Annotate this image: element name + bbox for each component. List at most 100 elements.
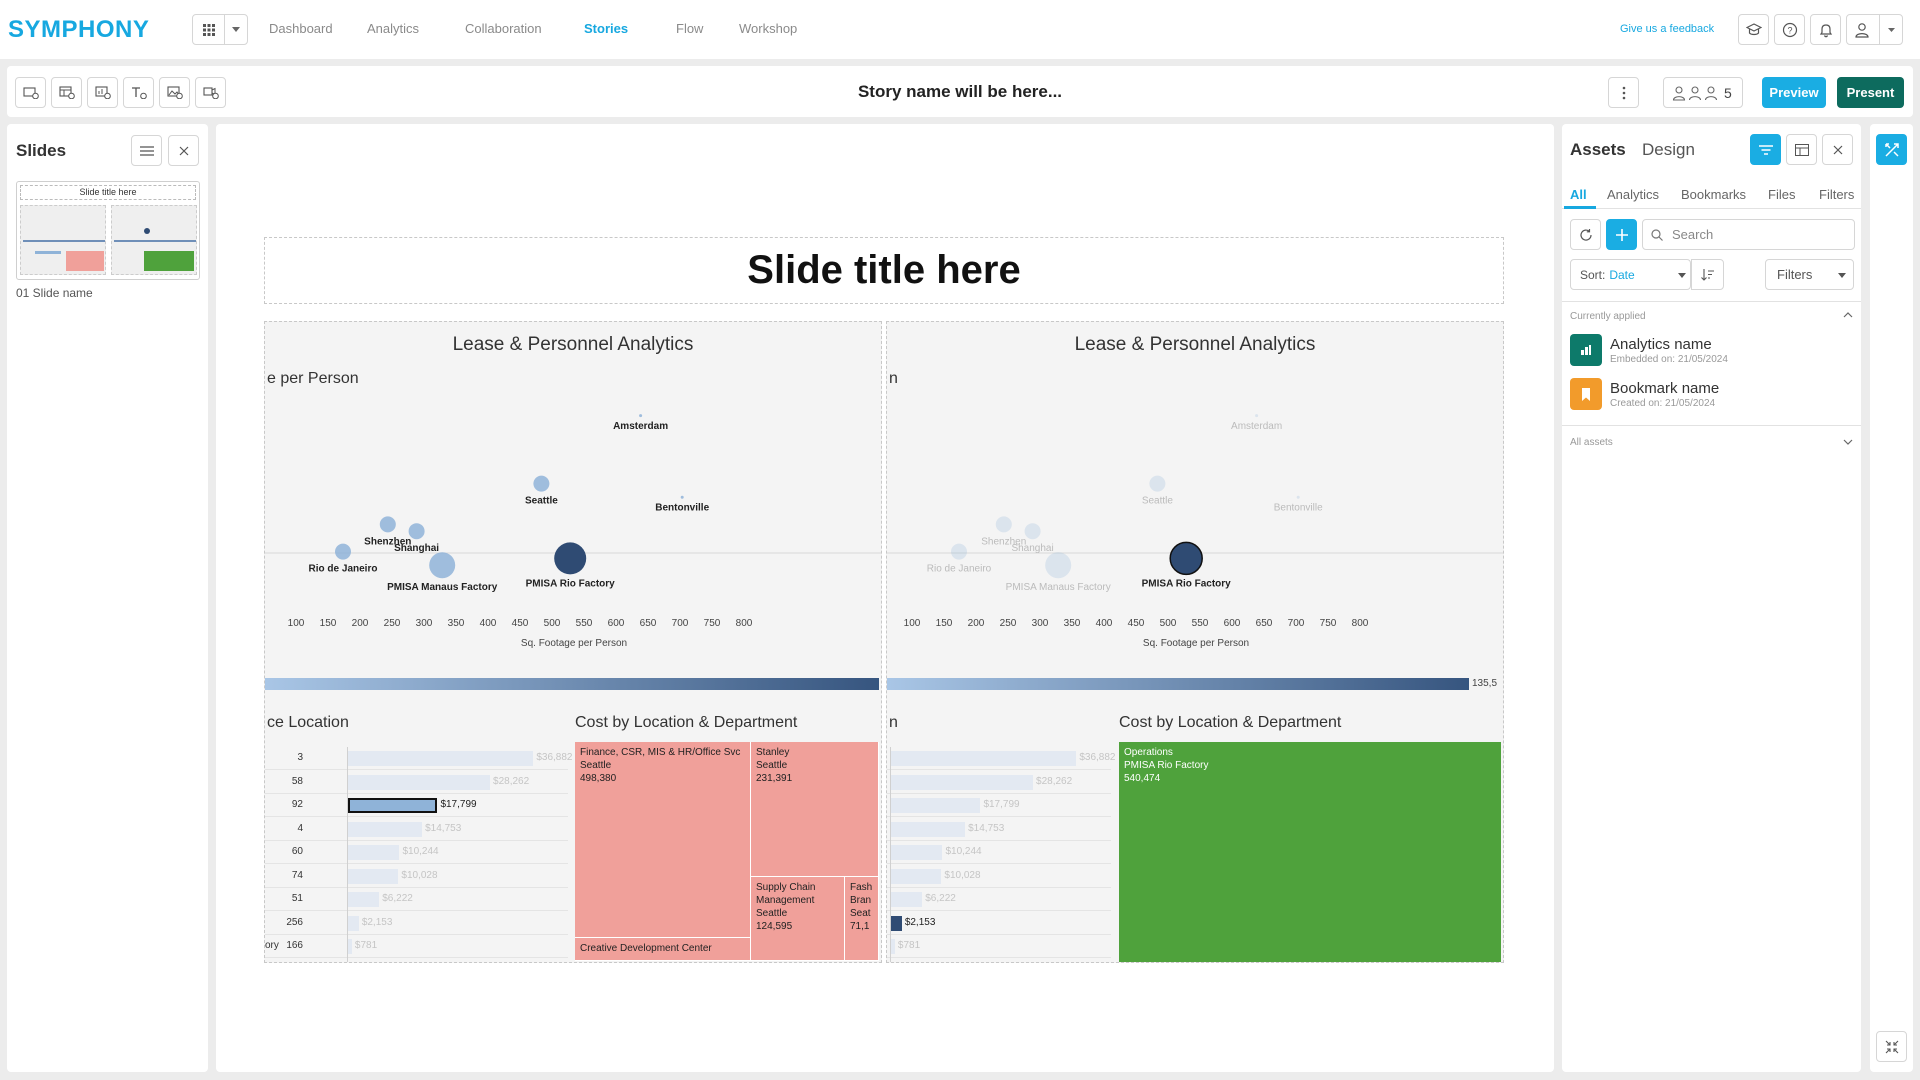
more-options-icon[interactable]	[1608, 77, 1639, 108]
sort-direction-icon[interactable]	[1691, 259, 1724, 290]
tools-icon[interactable]	[1876, 134, 1907, 165]
refresh-icon[interactable]	[1570, 219, 1601, 250]
scatter-plot: AmsterdamSeattleBentonvilleShenzhenShang…	[887, 414, 1503, 593]
slide-name-label[interactable]: 01 Slide name	[16, 286, 93, 300]
bar-row[interactable]: 51 $6,222	[265, 888, 568, 911]
x-tick-label: 300	[1031, 618, 1049, 629]
bell-icon[interactable]	[1810, 14, 1841, 45]
search-input[interactable]: Search	[1642, 219, 1855, 250]
add-table-icon[interactable]	[51, 77, 82, 108]
subtab-all[interactable]: All	[1570, 187, 1587, 202]
nav-workshop[interactable]: Workshop	[739, 21, 819, 36]
menu-icon[interactable]	[131, 135, 162, 166]
treemap-cell[interactable]: Stanley Seattle 231,391	[751, 742, 879, 877]
tab-design[interactable]: Design	[1642, 140, 1695, 160]
chevron-down-icon[interactable]	[1843, 439, 1853, 445]
x-tick-label: 200	[967, 618, 985, 629]
tab-assets[interactable]: Assets	[1570, 140, 1626, 160]
asset-subtabs: All Analytics Bookmarks Files Filters	[1562, 185, 1861, 209]
viz-right[interactable]: Lease & Personnel Analytics n Amsterdam S…	[886, 321, 1504, 963]
bar-row[interactable]: 92 $17,799	[265, 794, 568, 817]
subtab-bookmarks[interactable]: Bookmarks	[1681, 187, 1746, 202]
scatter-point-label: Seattle	[1142, 496, 1174, 507]
sort-select[interactable]: Sort: Date	[1570, 259, 1691, 290]
add-asset-button[interactable]	[1606, 219, 1637, 250]
bar-row[interactable]: $10,028	[887, 865, 1111, 888]
scatter-point-label: Amsterdam	[1231, 421, 1282, 432]
nav-dashboard[interactable]: Dashboard	[269, 21, 367, 36]
graduation-cap-icon[interactable]	[1738, 14, 1769, 45]
help-icon[interactable]: ?	[1774, 14, 1805, 45]
bar-row[interactable]: 166 ory $781	[265, 935, 568, 958]
present-button[interactable]: Present	[1837, 77, 1904, 108]
add-image-icon[interactable]	[159, 77, 190, 108]
treemap-cell[interactable]: Creative Development Center	[575, 938, 751, 961]
user-menu[interactable]	[1846, 14, 1903, 45]
story-name[interactable]: Story name will be here...	[858, 82, 1062, 101]
subtab-files[interactable]: Files	[1768, 187, 1795, 202]
treemap-cell-text: Finance, CSR, MIS & HR/Office Svc	[580, 747, 741, 758]
treemap-cell[interactable]: Operations PMISA Rio Factory 540,474	[1119, 742, 1501, 962]
filters-select[interactable]: Filters	[1765, 259, 1854, 290]
bar-chart-heading: ce Location	[267, 714, 349, 731]
close-icon[interactable]	[1822, 134, 1853, 165]
subtab-filters[interactable]: Filters	[1819, 187, 1854, 202]
bar-row[interactable]: 3 $36,882	[265, 747, 572, 770]
chevron-up-icon[interactable]	[1843, 312, 1853, 318]
subtab-analytics[interactable]: Analytics	[1607, 187, 1659, 202]
bar-row[interactable]: $14,753	[887, 818, 1111, 841]
bar-row[interactable]: 58 $28,262	[265, 771, 568, 794]
bar-row[interactable]: 74 $10,028	[265, 865, 568, 888]
viz-left[interactable]: Lease & Personnel Analytics e per Person…	[264, 321, 882, 963]
bar-row[interactable]: $2,153	[887, 912, 1111, 935]
bar-row[interactable]: $17,799	[887, 794, 1111, 817]
bar-row[interactable]: $10,244	[887, 841, 1111, 864]
users-icon	[1672, 85, 1718, 101]
bar-row[interactable]: $781	[887, 935, 1111, 958]
bar-row[interactable]: 4 $14,753	[265, 818, 568, 841]
color-legend-bar	[887, 678, 1469, 690]
bar-row[interactable]: $36,882	[887, 747, 1115, 770]
filter-list-icon[interactable]	[1750, 134, 1781, 165]
bar-row[interactable]: $28,262	[887, 771, 1111, 794]
app-logo[interactable]: SYMPHONY	[8, 16, 149, 44]
nav-analytics[interactable]: Analytics	[367, 21, 465, 36]
nav-collaboration[interactable]: Collaboration	[465, 21, 584, 36]
treemap-cell[interactable]: Finance, CSR, MIS & HR/Office Svc Seattle…	[575, 742, 751, 938]
nav-stories[interactable]: Stories	[584, 21, 676, 36]
close-icon[interactable]	[168, 135, 199, 166]
chevron-down-icon[interactable]	[1879, 15, 1903, 44]
app-switcher[interactable]	[192, 14, 248, 45]
chevron-down-icon[interactable]	[225, 15, 247, 44]
grid-icon[interactable]	[193, 15, 225, 44]
nav-flow[interactable]: Flow	[676, 21, 739, 36]
preview-button[interactable]: Preview	[1762, 77, 1826, 108]
bar-row[interactable]: 256 $2,153	[265, 912, 568, 935]
asset-item-analytics[interactable]: Analytics name Embedded on: 21/05/2024	[1570, 334, 1853, 368]
collaborators[interactable]: 5	[1663, 77, 1743, 108]
color-legend-bar	[265, 678, 879, 690]
asset-item-bookmark[interactable]: Bookmark name Created on: 21/05/2024	[1570, 378, 1853, 412]
bar	[891, 774, 1034, 790]
add-text-icon[interactable]	[123, 77, 154, 108]
slide-thumbnail[interactable]: Slide title here	[16, 181, 200, 280]
add-video-icon[interactable]	[195, 77, 226, 108]
add-chart-icon[interactable]	[87, 77, 118, 108]
slide-canvas: Slide title here Lease & Personnel Analy…	[216, 124, 1554, 1072]
scatter-point	[1024, 523, 1041, 540]
x-tick-label: 550	[1191, 618, 1209, 629]
scatter-point	[639, 414, 643, 418]
bar-row-label: 60	[291, 846, 303, 857]
add-slide-icon[interactable]	[15, 77, 46, 108]
bar-row[interactable]: $6,222	[887, 888, 1111, 911]
collapse-icon[interactable]	[1876, 1031, 1907, 1062]
slide-title-box[interactable]: Slide title here	[264, 237, 1504, 304]
layout-icon[interactable]	[1786, 134, 1817, 165]
bar-value: $2,153	[361, 916, 393, 928]
treemap-cell[interactable]: Supply Chain Management Seattle 124,595	[751, 877, 845, 961]
slide-title[interactable]: Slide title here	[747, 248, 1020, 293]
x-tick-label: 500	[1159, 618, 1177, 629]
treemap-cell[interactable]: Fash Bran Seat 71,1	[845, 877, 879, 961]
feedback-link[interactable]: Give us a feedback	[1620, 23, 1714, 35]
bar-row[interactable]: 60 $10,244	[265, 841, 568, 864]
